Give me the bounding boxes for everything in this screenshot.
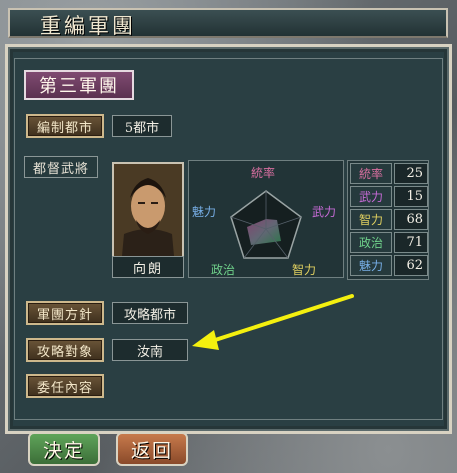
yellow-arrow-icon — [192, 294, 354, 350]
back-button[interactable]: 返回 — [116, 432, 188, 466]
confirm-button[interactable]: 決定 — [28, 432, 100, 466]
